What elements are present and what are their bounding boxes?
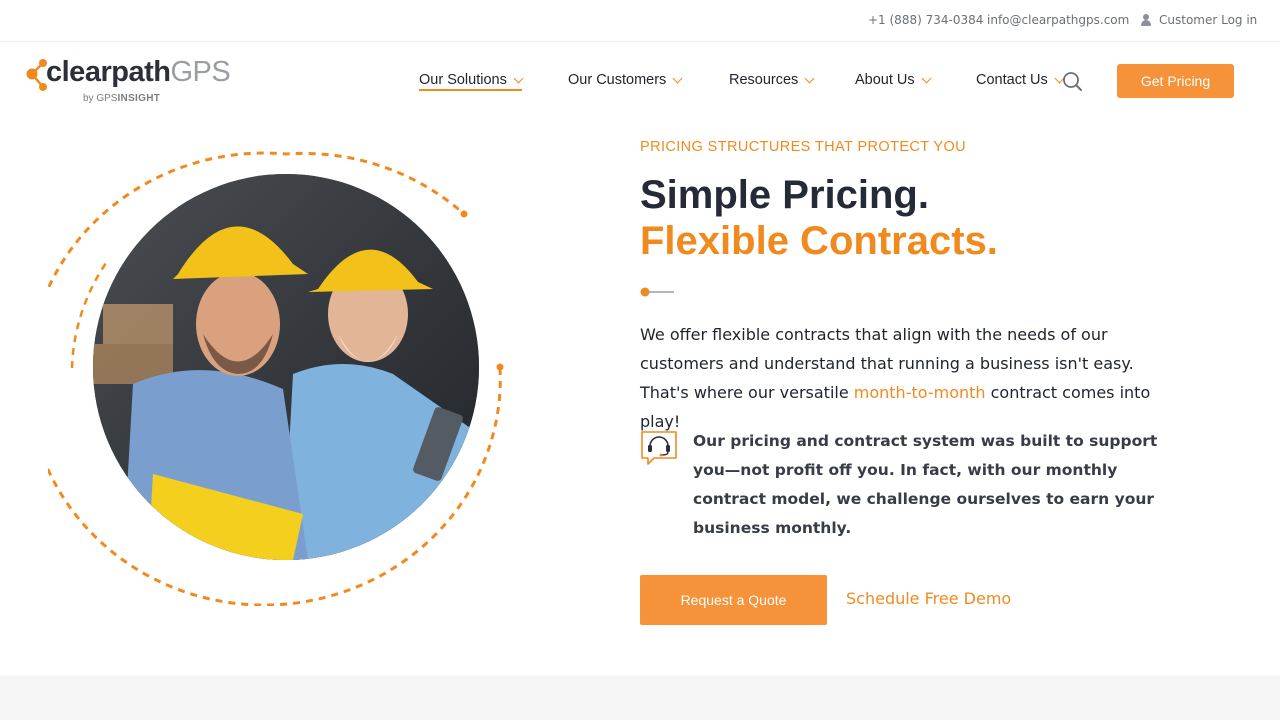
user-icon	[1141, 14, 1151, 26]
month-to-month-link[interactable]: month-to-month	[854, 383, 986, 402]
hero-body-text: We offer flexible contracts that align w…	[640, 325, 1151, 431]
nav-label: Our Solutions	[419, 72, 507, 88]
customer-login-link[interactable]: Customer Log in	[1141, 13, 1257, 27]
logo-subtitle: by GPSINSIGHT	[83, 93, 161, 104]
clearpath-logo[interactable]: clearpathGPS by GPSINSIGHT	[26, 56, 236, 110]
pricing-callout-text: Our pricing and contract system was buil…	[693, 432, 1158, 537]
nav-label: About Us	[855, 72, 915, 88]
chevron-down-icon	[513, 73, 524, 83]
search-icon[interactable]	[1059, 70, 1083, 94]
email-link[interactable]: info@clearpathgps.com	[987, 13, 1129, 27]
hero-headline: Simple Pricing. Flexible Contracts.	[640, 172, 998, 264]
get-pricing-button[interactable]: Get Pricing	[1117, 64, 1234, 98]
schedule-demo-link[interactable]: Schedule Free Demo	[846, 589, 1011, 608]
two-workers-hard-hats-photo	[93, 174, 479, 560]
request-quote-button[interactable]: Request a Quote	[640, 575, 827, 625]
headset-support-icon	[641, 431, 677, 465]
logo-wordmark: clearpathGPS	[46, 56, 231, 88]
nav-item-about-us[interactable]: About Us	[855, 72, 932, 88]
nav-item-our-solutions[interactable]: Our Solutions	[419, 72, 524, 91]
section-eyebrow: PRICING STRUCTURES THAT PROTECT YOU	[640, 139, 967, 155]
chevron-down-icon	[672, 73, 683, 83]
customer-login-label: Customer Log in	[1159, 13, 1258, 27]
photo-illustration	[93, 174, 479, 560]
top-utility-bar: +1 (888) 734-0384 info@clearpathgps.com …	[0, 0, 1280, 42]
chevron-down-icon	[921, 73, 932, 83]
nav-item-contact-us[interactable]: Contact Us	[976, 72, 1065, 88]
nav-label: Contact Us	[976, 72, 1048, 88]
accent-divider	[640, 287, 674, 297]
next-section-band	[0, 675, 1280, 720]
nav-label: Our Customers	[568, 72, 667, 88]
nav-item-resources[interactable]: Resources	[729, 72, 815, 88]
phone-link[interactable]: +1 (888) 734-0384	[868, 13, 983, 27]
chevron-down-icon	[804, 73, 815, 83]
headline-line-1: Simple Pricing.	[640, 173, 929, 217]
headline-line-2: Flexible Contracts.	[640, 219, 998, 263]
nav-label: Resources	[729, 72, 799, 88]
nav-item-our-customers[interactable]: Our Customers	[568, 72, 683, 88]
